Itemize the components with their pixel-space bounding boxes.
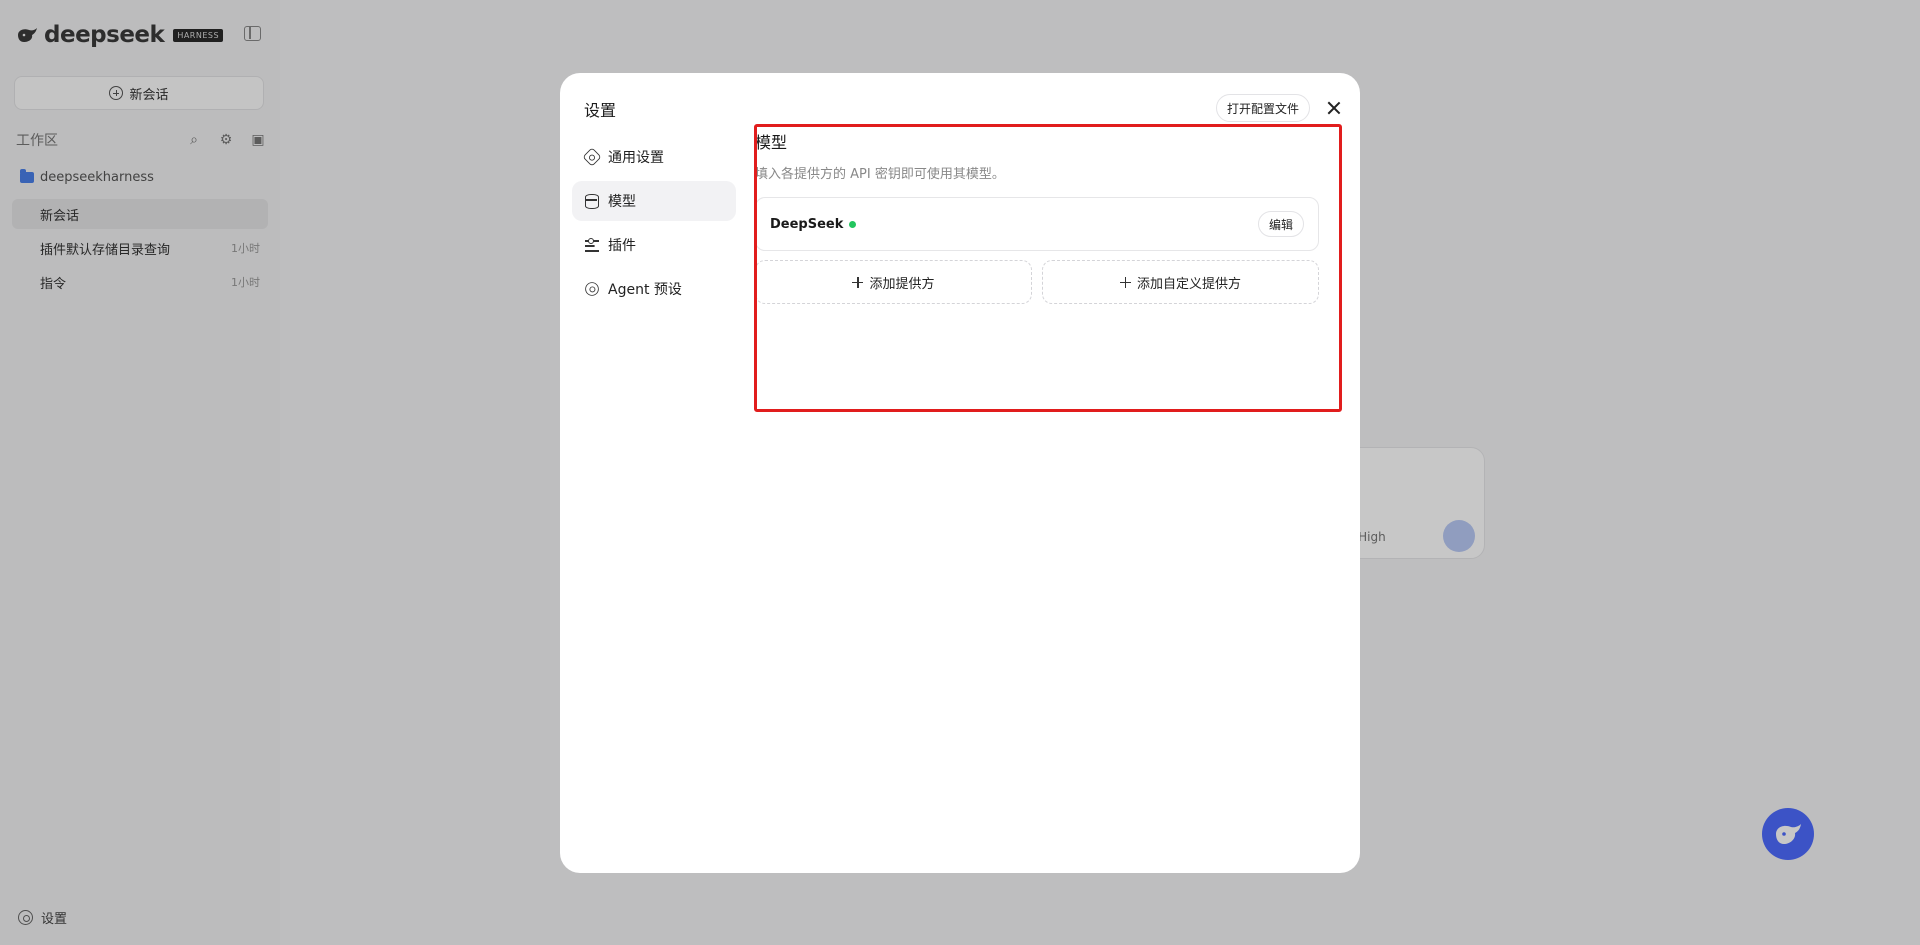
nav-item-plugins[interactable]: 插件: [572, 225, 736, 265]
modal-title: 设置: [584, 101, 617, 120]
nav-item-agent-presets[interactable]: Agent 预设: [572, 269, 736, 309]
nav-label: Agent 预设: [608, 282, 682, 298]
sliders-icon: [584, 237, 600, 253]
settings-nav: 通用设置 模型 插件 Agent 预设: [572, 137, 736, 313]
highlight-box: [754, 124, 1342, 412]
agent-icon: [585, 282, 599, 296]
close-icon[interactable]: [1324, 98, 1344, 118]
gear-icon: [582, 147, 602, 167]
nav-label: 模型: [608, 194, 636, 210]
nav-item-models[interactable]: 模型: [572, 181, 736, 221]
nav-item-general[interactable]: 通用设置: [572, 137, 736, 177]
nav-label: 通用设置: [608, 150, 664, 166]
database-icon: [584, 193, 600, 209]
nav-label: 插件: [608, 238, 636, 254]
open-config-button[interactable]: 打开配置文件: [1216, 94, 1311, 122]
